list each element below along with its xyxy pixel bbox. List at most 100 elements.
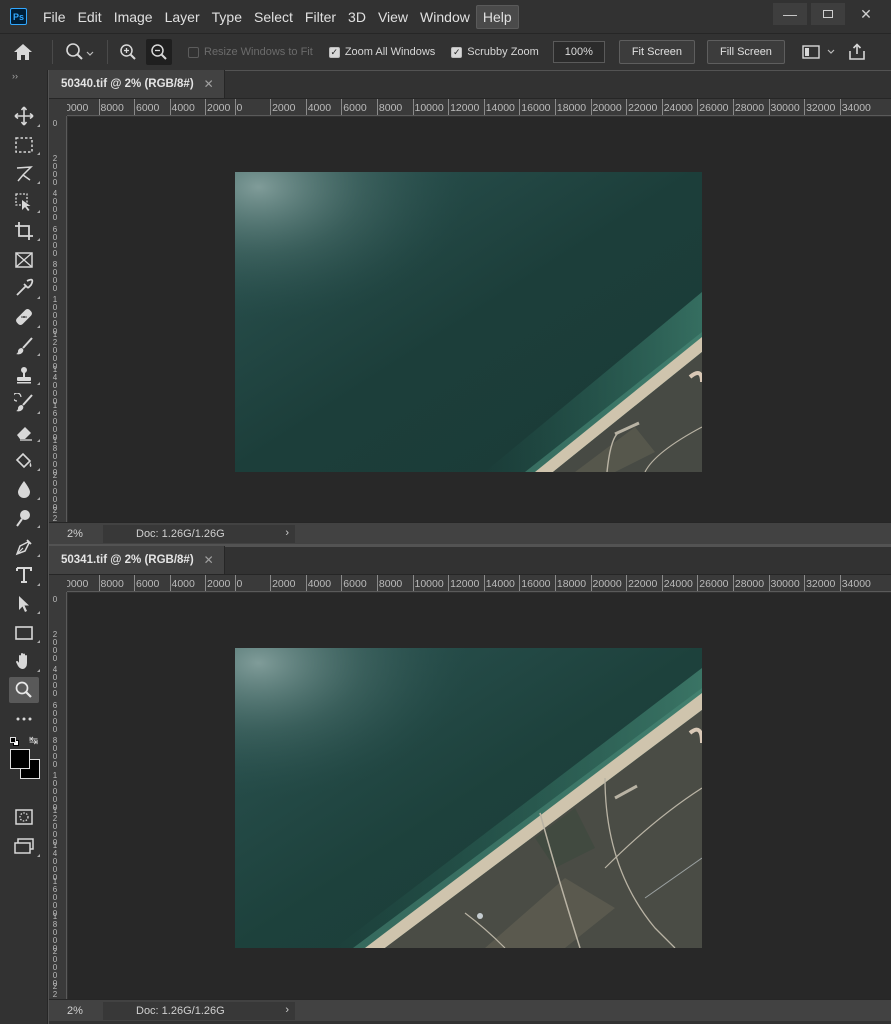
crop-tool[interactable] [0,217,48,246]
close-tab-icon[interactable]: ✕ [204,77,214,91]
history-brush-tool[interactable] [0,389,48,418]
close-button[interactable]: ✕ [849,3,883,25]
horizontal-ruler[interactable]: 0000 8000 6000 4000 2000 0 2000 4000 6000 8000 100… [67,575,891,592]
resize-windows-label: Resize Windows to Fit [204,46,313,58]
zoom-in-button[interactable] [114,43,142,61]
dodge-tool[interactable] [0,504,48,533]
pen-tool[interactable] [0,532,48,561]
more-tools-button[interactable] [0,704,48,733]
fit-screen-button[interactable]: Fit Screen [618,40,695,64]
ruler-tick-label: 2000 [204,575,231,591]
zoom-level[interactable]: 2% [49,528,85,540]
menu-window[interactable]: Window [414,5,476,29]
scrubby-zoom-label: Scrubby Zoom [467,46,539,58]
brush-icon [16,337,33,355]
document-size: Doc: 1.26G/1.26G [136,1004,225,1017]
dodge-icon [16,509,30,527]
ruler-tick-label: 16000 [519,99,551,115]
menu-edit[interactable]: Edit [72,5,108,29]
tools-panel: ›› ↹ [0,70,48,1024]
minimize-button[interactable]: — [773,3,807,25]
frame-tool[interactable] [0,245,48,274]
rectangle-tool[interactable] [0,618,48,647]
ruler-tick-label: 18000 [554,99,587,115]
bandage-icon [16,309,32,326]
move-tool[interactable] [0,102,48,131]
zoom-tool-preset-picker[interactable] [59,42,101,62]
quick-mask-button[interactable] [0,803,48,832]
default-colors-icon[interactable] [10,737,20,747]
document-tab[interactable]: 50341.tif @ 2% (RGB/8#) ✕ [49,546,225,574]
ruler-tick-label: 4000 [305,575,332,591]
ruler-tick-label: 8000 [376,99,403,115]
menu-type[interactable]: Type [206,5,248,29]
ruler-tick-label: 12000 [448,99,480,115]
screen-mode-button[interactable] [795,44,843,60]
type-tool[interactable] [0,561,48,590]
screen-mode-icon [802,45,835,59]
document-info[interactable]: Doc: 1.26G/1.26G › [103,1001,295,1020]
lasso-tool[interactable] [0,159,48,188]
document-info[interactable]: Doc: 1.26G/1.26G › [103,524,295,543]
zoom-all-windows-checkbox[interactable]: ✓ Zoom All Windows [328,46,435,58]
separator [107,40,108,64]
document-canvas[interactable] [68,593,891,1000]
home-button[interactable] [0,43,46,61]
healing-brush-tool[interactable] [0,303,48,332]
menu-3d[interactable]: 3D [342,5,372,29]
eraser-tool[interactable] [0,418,48,447]
close-icon: ✕ [860,5,872,22]
quick-mask-icon [15,809,33,826]
ruler-tick-label: 0 [234,99,243,115]
zoom-level[interactable]: 2% [49,1005,85,1017]
fill-screen-button[interactable]: Fill Screen [706,40,785,64]
menu-select[interactable]: Select [248,5,299,29]
vertical-ruler[interactable]: 0 2000 4000 6000 8000 10000 12000 14000 16000 180… [49,116,67,522]
ruler-tick-label: 6000 [133,99,160,115]
ruler-tick-label: 6000 [341,575,367,591]
menu-file[interactable]: File [37,5,72,29]
hand-tool[interactable] [0,647,48,676]
menu-layer[interactable]: Layer [159,5,206,29]
chevron-right-icon: › [285,526,289,539]
menu-filter[interactable]: Filter [299,5,342,29]
document-canvas[interactable] [68,117,891,522]
zoom-percent-field[interactable]: 100% [552,41,605,63]
ruler-tick-label: 2000 [270,99,296,115]
menu-help[interactable]: Help [475,4,519,29]
object-select-tool[interactable] [0,188,48,217]
brush-tool[interactable] [0,332,48,361]
eyedropper-tool[interactable] [0,274,48,303]
zoom-tool[interactable] [0,676,48,705]
swap-colors-icon[interactable]: ↹ [29,734,38,747]
paint-bucket-tool[interactable] [0,446,48,475]
menu-image[interactable]: Image [108,5,159,29]
restore-button[interactable] [811,3,845,25]
document-tab[interactable]: 50340.tif @ 2% (RGB/8#) ✕ [49,70,225,98]
share-button[interactable] [843,43,871,61]
clone-stamp-tool[interactable] [0,360,48,389]
ruler-origin[interactable] [49,99,67,116]
scrubby-zoom-checkbox[interactable]: ✓ Scrubby Zoom [451,46,539,58]
blur-tool[interactable] [0,475,48,504]
checkbox-unchecked-icon [188,46,199,58]
menu-view[interactable]: View [372,5,414,29]
resize-windows-checkbox[interactable]: Resize Windows to Fit [188,46,313,58]
close-tab-icon[interactable]: ✕ [204,553,214,567]
ruler-tick-label: 30000 [768,575,800,591]
status-bar: 2% Doc: 1.26G/1.26G › [49,999,891,1021]
marquee-tool[interactable] [0,131,48,160]
toolbar-collapse[interactable]: ›› [0,70,47,84]
horizontal-ruler[interactable]: 0000 8000 6000 4000 2000 0 2000 4000 6000 8000 100… [67,99,891,116]
foreground-color-swatch[interactable] [10,749,30,770]
path-select-tool[interactable] [0,590,48,619]
vertical-ruler[interactable]: 0 2000 4000 6000 8000 10000 12000 14000 16000 180… [49,592,67,1000]
ruler-origin[interactable] [49,575,67,592]
zoom-out-button[interactable] [146,39,172,65]
ruler-tick-label: 4000 [305,99,332,115]
ruler-tick-label: 26000 [697,575,729,591]
ruler-tick-label: 28000 [732,575,765,591]
ruler-tick-label: 34000 [839,575,871,591]
minimize-icon: — [783,6,797,22]
screen-mode-tool[interactable] [0,832,48,861]
